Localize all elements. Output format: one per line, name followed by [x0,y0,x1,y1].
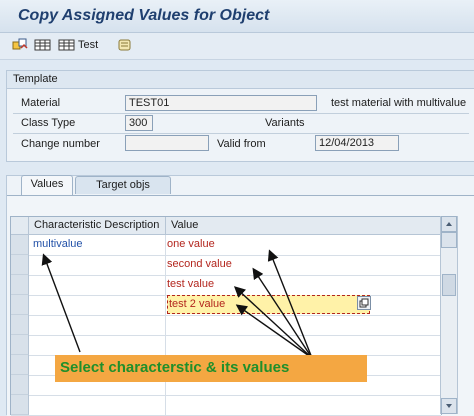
annotation-callout: Select characterstic & its values [55,355,367,382]
arrow-to-value-4 [235,304,313,359]
arrow-to-characteristic [41,253,81,353]
annotation-text: Select characterstic & its values [60,359,290,376]
arrow-to-value-3 [233,286,313,359]
annotation-arrows [41,249,313,359]
